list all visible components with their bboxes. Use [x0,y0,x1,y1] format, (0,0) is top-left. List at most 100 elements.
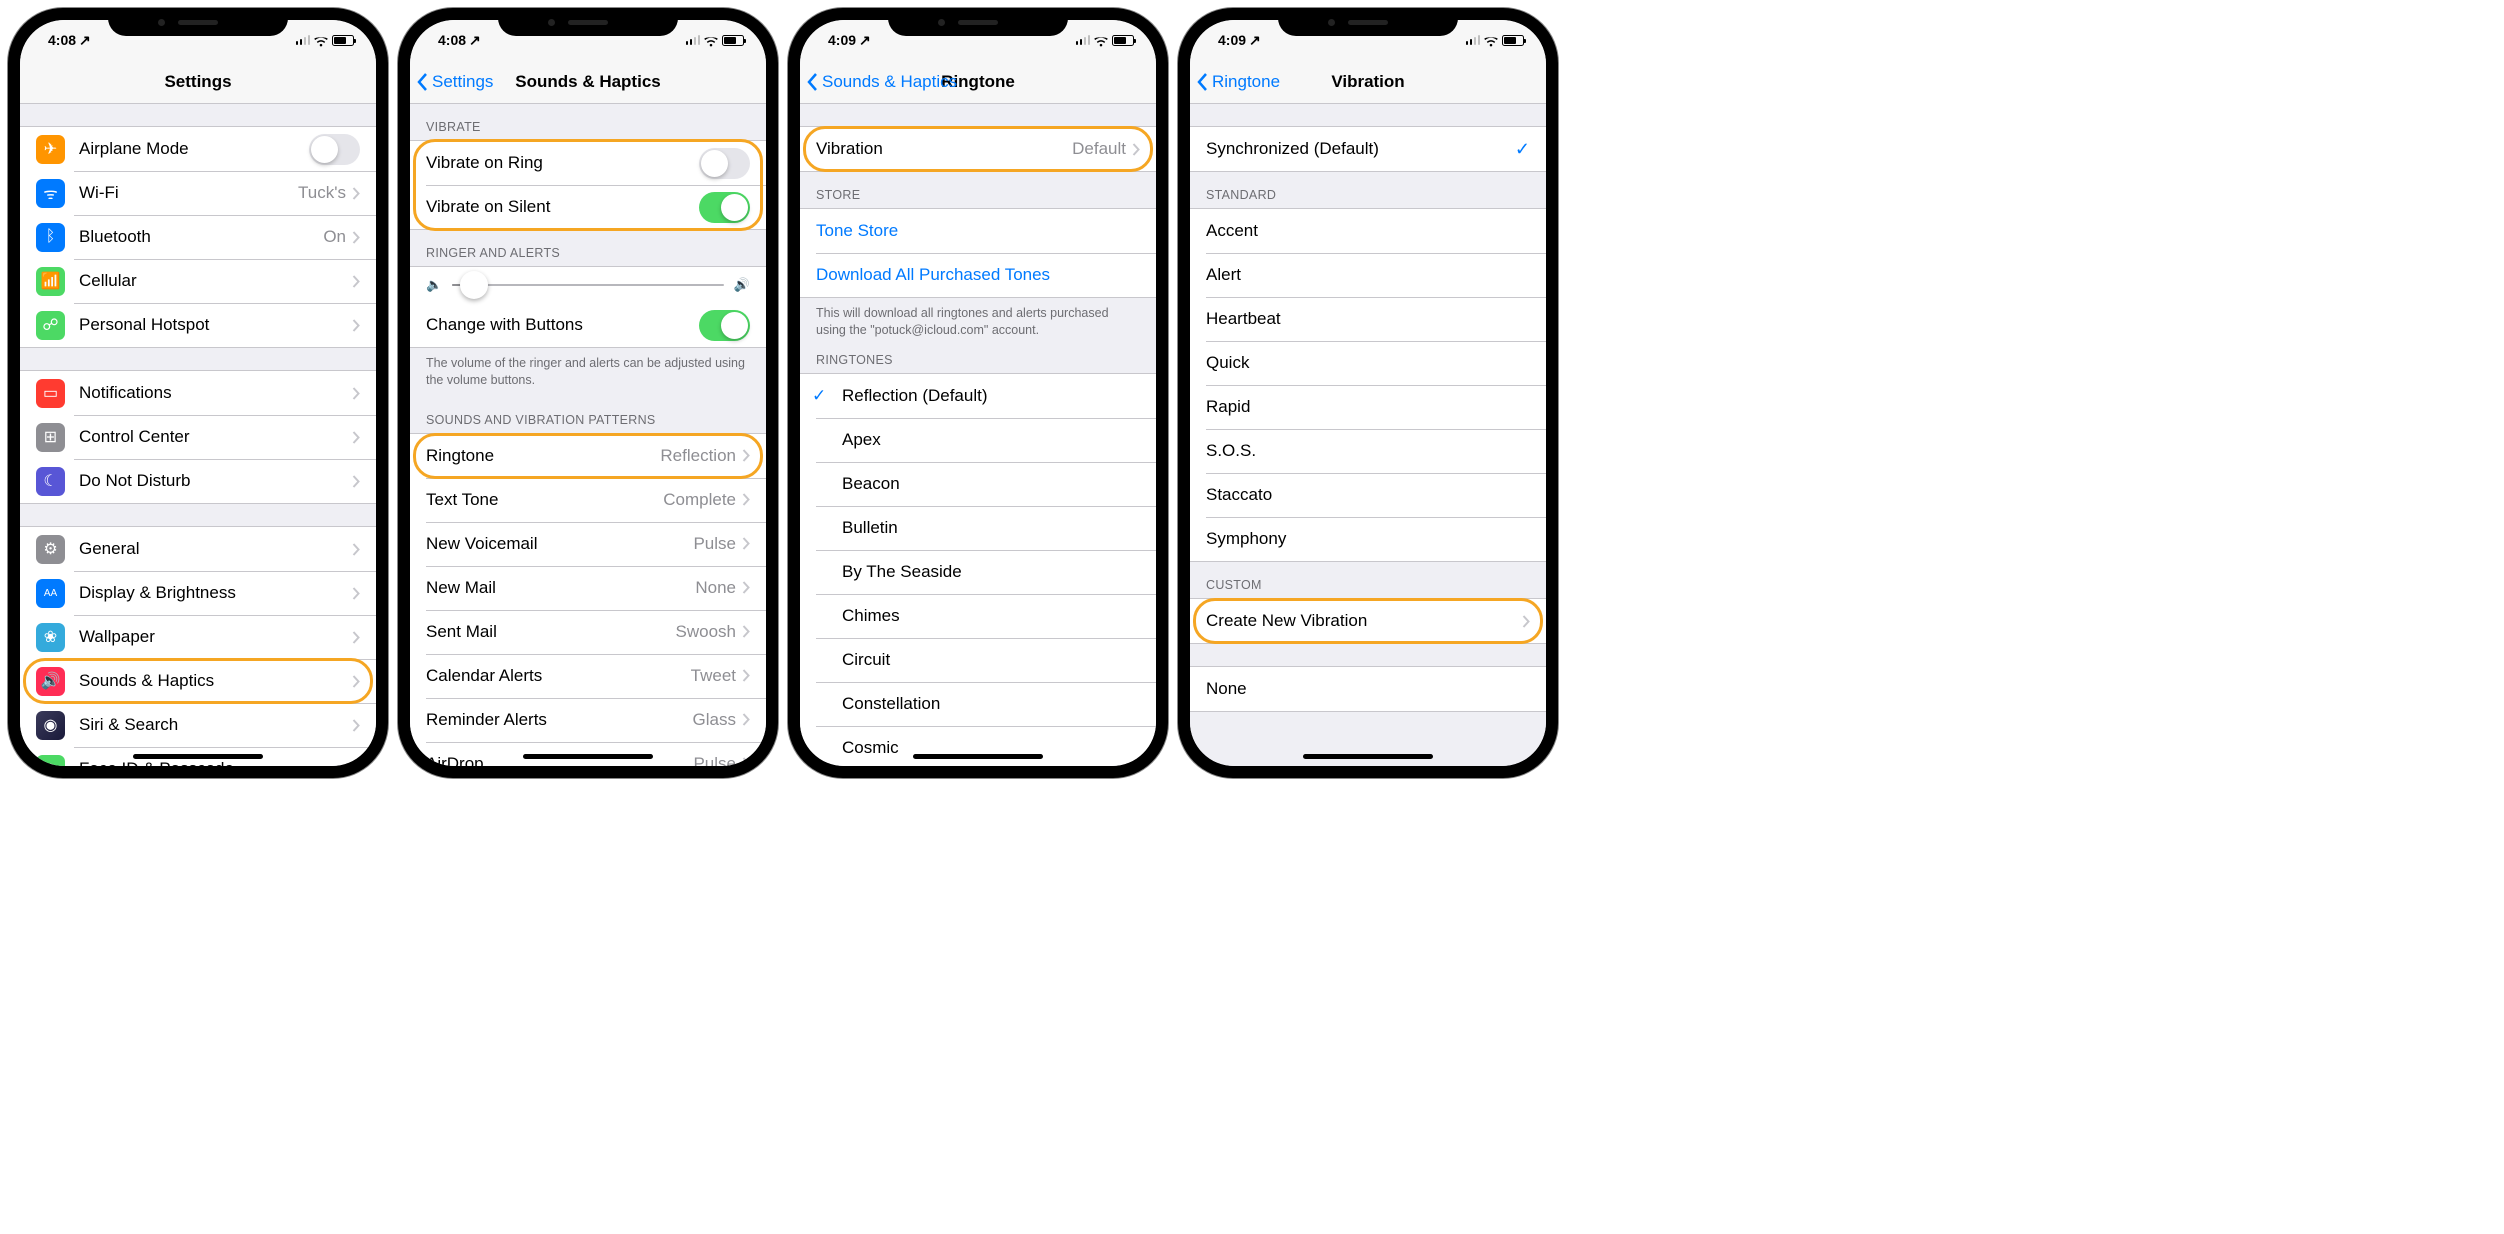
home-indicator[interactable] [133,754,263,759]
battery-icon [722,35,744,46]
row-text-tone[interactable]: Text Tone Complete [410,478,766,522]
row-value: Reflection [660,446,736,466]
vibration-s-o-s-[interactable]: S.O.S. [1190,429,1546,473]
vibration-quick[interactable]: Quick [1190,341,1546,385]
row-label: Text Tone [426,490,663,510]
toggle[interactable] [699,148,750,179]
back-button[interactable]: Settings [416,72,493,92]
chevron-right-icon [742,713,750,726]
row-label: Do Not Disturb [79,471,352,491]
section-header-store: STORE [800,172,1156,208]
row-tone-store[interactable]: Tone Store [800,209,1156,253]
sounds-icon: 🔊 [36,667,65,696]
vibration-staccato[interactable]: Staccato [1190,473,1546,517]
change-with-buttons-row[interactable]: Change with Buttons [410,303,766,347]
home-indicator[interactable] [523,754,653,759]
row-label: Chimes [842,606,1140,626]
row-siri-search[interactable]: ◉ Siri & Search [20,703,376,747]
wifi-icon [704,35,718,46]
toggle[interactable] [699,192,750,223]
nav-bar: Settings Sounds & Haptics [410,60,766,104]
row-control-center[interactable]: ⊞ Control Center [20,415,376,459]
settings-list[interactable]: Vibration Default STORE Tone Store Downl… [800,104,1156,766]
vibration-alert[interactable]: Alert [1190,253,1546,297]
row-airplane-mode[interactable]: ✈ Airplane Mode [20,127,376,171]
chevron-right-icon [352,719,360,732]
row-reminder-alerts[interactable]: Reminder Alerts Glass [410,698,766,742]
settings-list[interactable]: Synchronized (Default) ✓ STANDARD Accent… [1190,104,1546,766]
ringtone-constellation[interactable]: ✓ Constellation [800,682,1156,726]
ringtone-circuit[interactable]: ✓ Circuit [800,638,1156,682]
airplane-mode-toggle[interactable] [309,134,360,165]
row-label: Sent Mail [426,622,676,642]
chevron-right-icon [352,231,360,244]
row-calendar-alerts[interactable]: Calendar Alerts Tweet [410,654,766,698]
home-indicator[interactable] [913,754,1043,759]
back-button[interactable]: Sounds & Haptics [806,72,957,92]
row-display-brightness[interactable]: AA Display & Brightness [20,571,376,615]
row-link: Tone Store [816,221,1140,241]
ringtone-bulletin[interactable]: ✓ Bulletin [800,506,1156,550]
ringtone-apex[interactable]: ✓ Apex [800,418,1156,462]
row-label: Staccato [1206,485,1530,505]
ringer-volume-slider[interactable]: 🔈 🔊 [410,267,766,303]
row-label: Display & Brightness [79,583,352,603]
row-label: Quick [1206,353,1530,373]
row-sent-mail[interactable]: Sent Mail Swoosh [410,610,766,654]
change-with-buttons-toggle[interactable] [699,310,750,341]
ringtone-reflection-default-[interactable]: ✓ Reflection (Default) [800,374,1156,418]
vibration-heartbeat[interactable]: Heartbeat [1190,297,1546,341]
ringtone-chimes[interactable]: ✓ Chimes [800,594,1156,638]
row-general[interactable]: ⚙ General [20,527,376,571]
vibration-row[interactable]: Vibration Default [800,127,1156,171]
row-value: Complete [663,490,736,510]
none-row[interactable]: None [1190,667,1546,711]
row-bluetooth[interactable]: ᛒ BluetoothOn [20,215,376,259]
row-label: Alert [1206,265,1530,285]
row-vibrate-on-silent[interactable]: Vibrate on Silent [410,185,766,229]
row-new-mail[interactable]: New Mail None [410,566,766,610]
row-sounds-haptics[interactable]: 🔊 Sounds & Haptics [20,659,376,703]
synchronized-row[interactable]: Synchronized (Default) ✓ [1190,127,1546,171]
row-do-not-disturb[interactable]: ☾ Do Not Disturb [20,459,376,503]
row-label: Ringtone [426,446,660,466]
ringtone-by-the-seaside[interactable]: ✓ By The Seaside [800,550,1156,594]
back-button[interactable]: Ringtone [1196,72,1280,92]
phone-1-settings: 4:08↗ Settings ✈ Airplane Mode ᯤ Wi-FiTu… [8,8,388,778]
ringtone-cosmic[interactable]: ✓ Cosmic [800,726,1156,766]
location-icon: ↗ [79,32,91,49]
chevron-right-icon [742,757,750,766]
settings-list[interactable]: VIBRATE Vibrate on Ring Vibrate on Silen… [410,104,766,766]
vibration-accent[interactable]: Accent [1190,209,1546,253]
row-wallpaper[interactable]: ❀ Wallpaper [20,615,376,659]
row-ringtone[interactable]: Ringtone Reflection [410,434,766,478]
row-wi-fi[interactable]: ᯤ Wi-FiTuck's [20,171,376,215]
vibration-symphony[interactable]: Symphony [1190,517,1546,561]
create-new-vibration-row[interactable]: Create New Vibration [1190,599,1546,643]
row-notifications[interactable]: ▭ Notifications [20,371,376,415]
ringtone-beacon[interactable]: ✓ Beacon [800,462,1156,506]
page-title: Settings [164,72,231,92]
row-cellular[interactable]: 📶 Cellular [20,259,376,303]
row-new-voicemail[interactable]: New Voicemail Pulse [410,522,766,566]
phone-4-vibration: 4:09↗ Ringtone Vibration Synchronized (D… [1178,8,1558,778]
row-label: Face ID & Passcode [79,759,352,766]
row-label: General [79,539,352,559]
row-personal-hotspot[interactable]: ☍ Personal Hotspot [20,303,376,347]
row-value: On [323,227,346,247]
section-header-standard: STANDARD [1190,172,1546,208]
settings-list[interactable]: ✈ Airplane Mode ᯤ Wi-FiTuck's ᛒ Bluetoot… [20,104,376,766]
row-download-all-purchased-tones[interactable]: Download All Purchased Tones [800,253,1156,297]
display-icon: AA [36,579,65,608]
row-vibrate-on-ring[interactable]: Vibrate on Ring [410,141,766,185]
row-label: Heartbeat [1206,309,1530,329]
chevron-right-icon [352,187,360,200]
row-value: Glass [693,710,736,730]
home-indicator[interactable] [1303,754,1433,759]
wifi-icon [1094,35,1108,46]
row-value: Default [1072,139,1126,159]
vibration-rapid[interactable]: Rapid [1190,385,1546,429]
back-label: Ringtone [1212,72,1280,92]
checkmark-icon: ✓ [1515,139,1530,160]
row-label: Create New Vibration [1206,611,1522,631]
